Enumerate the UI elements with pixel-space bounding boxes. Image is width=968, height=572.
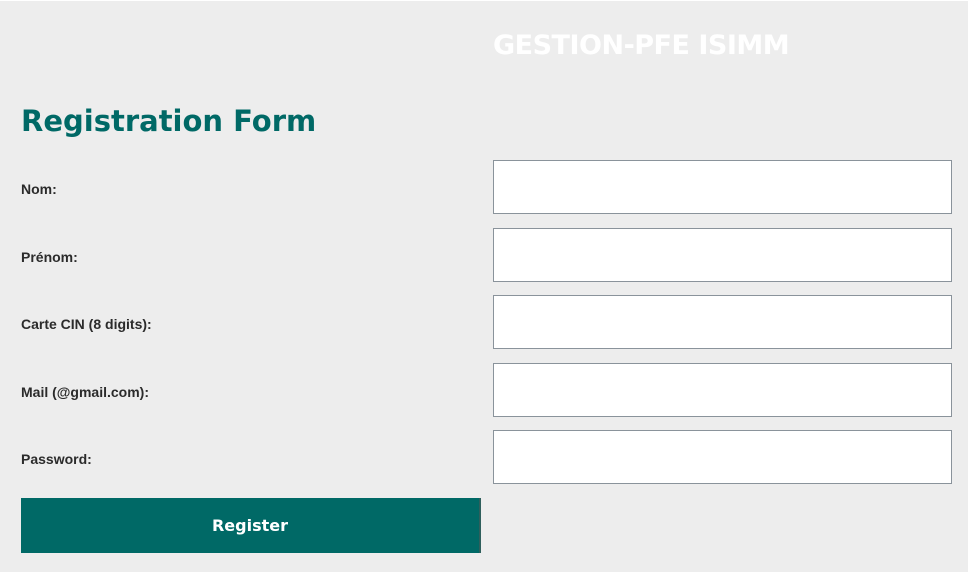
mail-label: Mail (@gmail.com):	[21, 384, 149, 400]
password-label: Password:	[21, 451, 92, 467]
cin-input[interactable]	[493, 295, 952, 349]
prenom-label: Prénom:	[21, 249, 78, 265]
nom-label: Nom:	[21, 181, 57, 197]
nom-input[interactable]	[493, 160, 952, 214]
top-border	[0, 0, 968, 1]
form-title: Registration Form	[21, 104, 317, 138]
register-button[interactable]: Register	[21, 498, 481, 553]
password-input[interactable]	[493, 430, 952, 484]
app-title: GESTION-PFE ISIMM	[493, 30, 790, 61]
cin-label: Carte CIN (8 digits):	[21, 316, 152, 332]
prenom-input[interactable]	[493, 228, 952, 282]
mail-input[interactable]	[493, 363, 952, 417]
